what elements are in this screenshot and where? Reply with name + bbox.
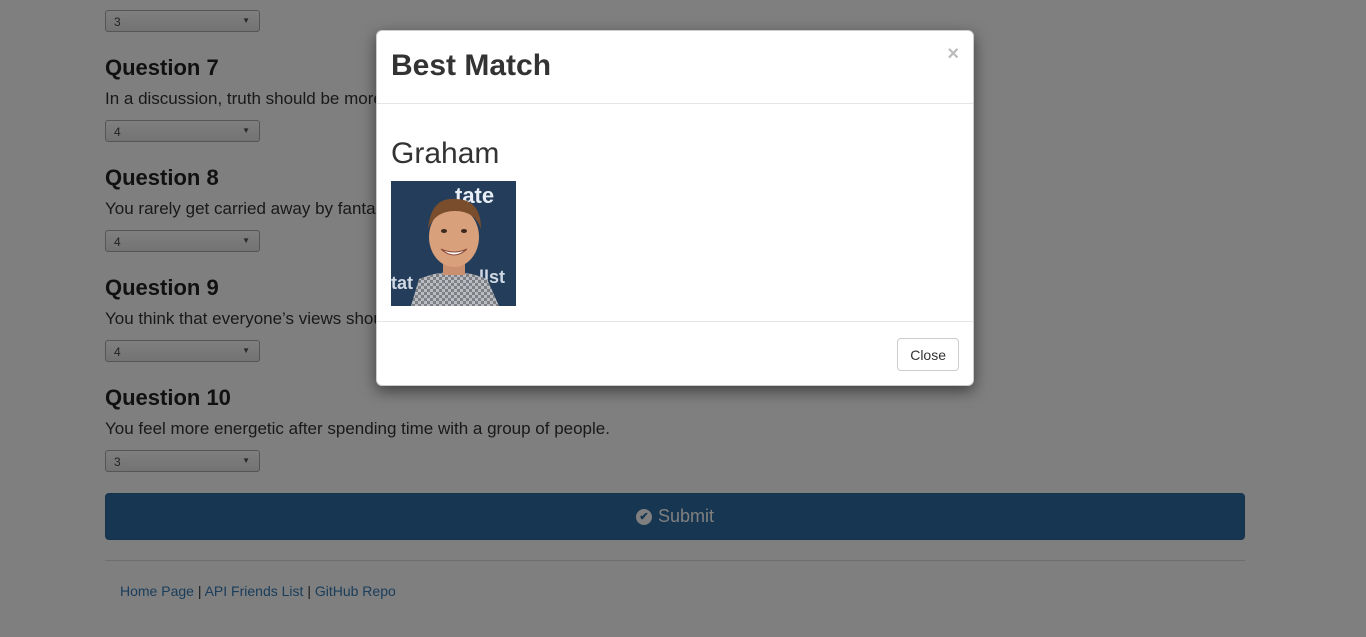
close-button[interactable]: Close: [897, 338, 959, 371]
best-match-modal: Best Match × Graham tate tat llst Close: [376, 30, 974, 386]
modal-title: Best Match: [391, 49, 552, 82]
modal-footer: Close: [377, 321, 973, 387]
close-icon[interactable]: ×: [947, 43, 959, 66]
match-photo: tate tat llst: [391, 181, 516, 306]
svg-text:tat: tat: [391, 273, 413, 293]
modal-header: Best Match ×: [377, 31, 973, 104]
match-name: Graham: [391, 137, 500, 170]
